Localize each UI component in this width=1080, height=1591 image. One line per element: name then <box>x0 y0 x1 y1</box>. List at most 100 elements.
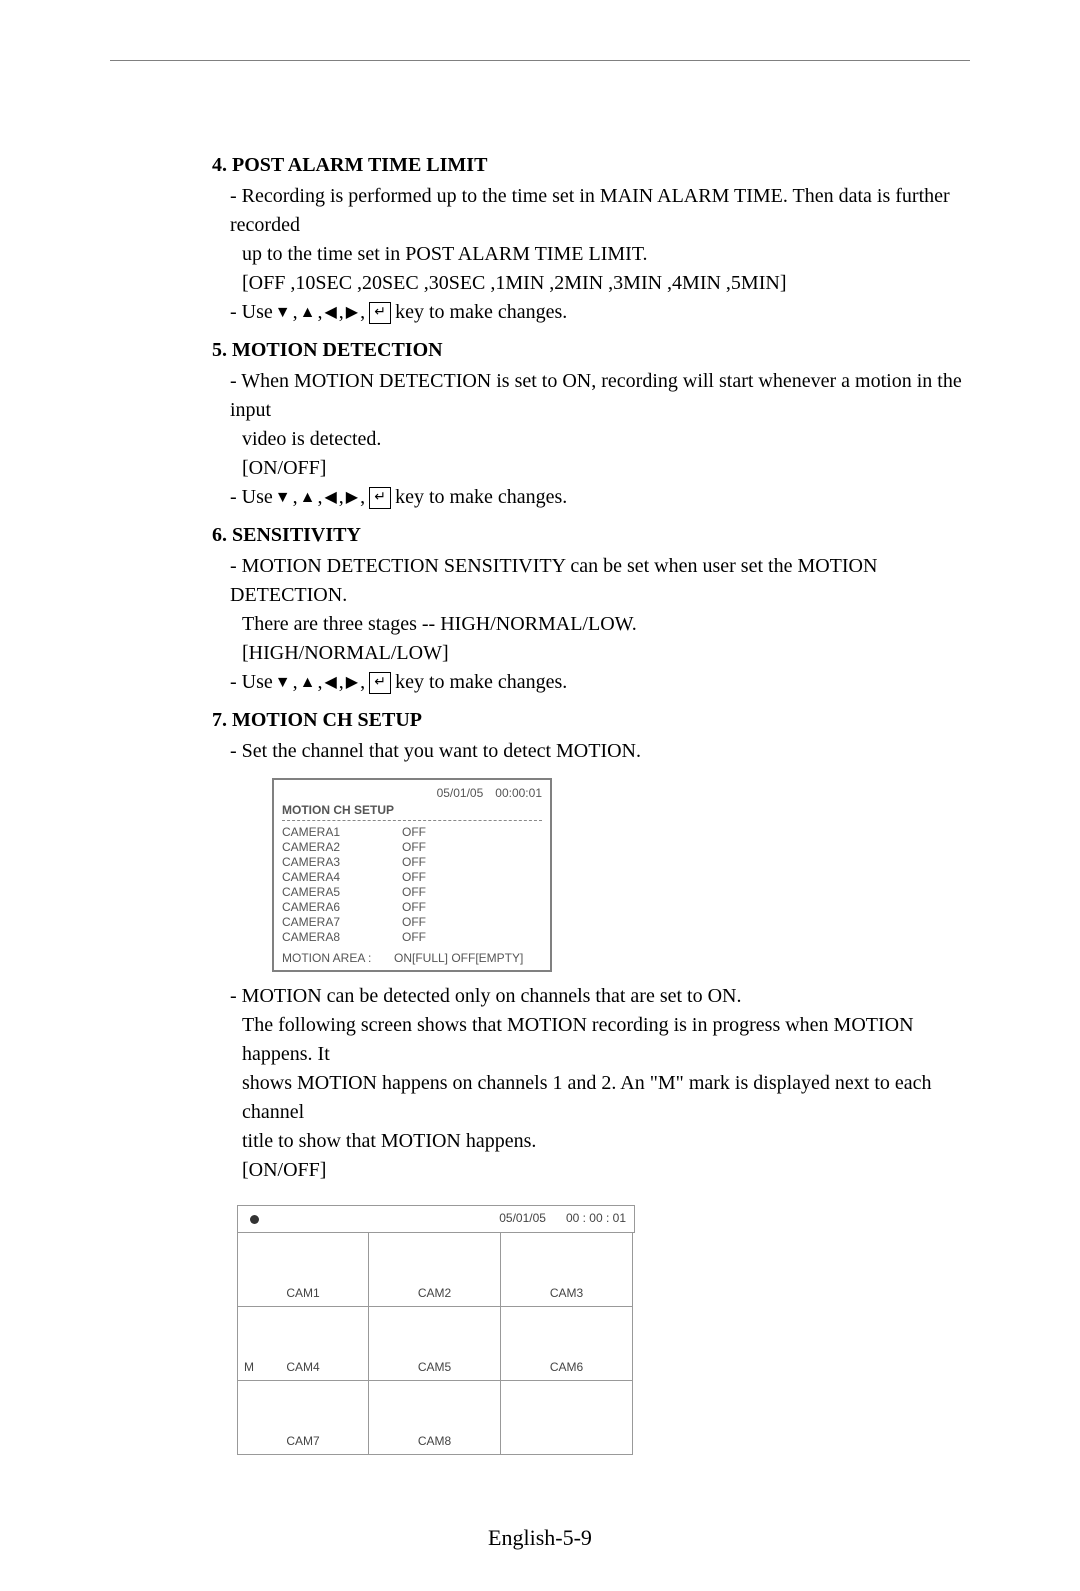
motion-mark: M <box>244 1359 254 1376</box>
panel-title: MOTION CH SETUP <box>282 803 542 818</box>
panel-row-name: CAMERA1 <box>282 825 402 840</box>
panel-divider <box>282 820 542 821</box>
s6-line2: There are three stages -- HIGH/NORMAL/LO… <box>242 610 970 639</box>
s5-opts: [ON/OFF] <box>242 454 970 483</box>
panel-header: 05/01/05 00:00:01 <box>282 786 542 801</box>
grid-date: 05/01/05 <box>499 1210 546 1227</box>
s7-para4: title to show that MOTION happens. <box>242 1127 970 1156</box>
panel-row-name: CAMERA7 <box>282 915 402 930</box>
panel-row-name: CAMERA3 <box>282 855 402 870</box>
s7-line1: - Set the channel that you want to detec… <box>230 737 970 766</box>
grid-cell-label: CAM4 <box>238 1359 368 1376</box>
panel-row-name: CAMERA8 <box>282 930 402 945</box>
panel-row: CAMERA3OFF <box>282 855 542 870</box>
grid-cell: CAM5 <box>369 1307 501 1381</box>
s7-opts2: [ON/OFF] <box>242 1156 970 1185</box>
right-icon: ▶ <box>346 486 358 509</box>
grid-cell-label: CAM5 <box>369 1359 500 1376</box>
grid-cell: CAM2 <box>369 1233 501 1307</box>
grid-cell-label: CAM7 <box>238 1433 368 1450</box>
panel-footer-val: ON[FULL] OFF[EMPTY] <box>394 951 523 966</box>
grid-cell-label: CAM6 <box>501 1359 632 1376</box>
down-icon: ▼ <box>275 301 291 324</box>
s4-line1: - Recording is performed up to the time … <box>230 182 970 240</box>
panel-row-val: OFF <box>402 930 426 945</box>
s7-para3: shows MOTION happens on channels 1 and 2… <box>242 1069 970 1127</box>
grid-cell: CAM6 <box>501 1307 633 1381</box>
right-icon: ▶ <box>346 301 358 324</box>
use-prefix: - Use <box>230 483 273 512</box>
up-icon: ▲ <box>300 671 316 694</box>
down-icon: ▼ <box>275 486 291 509</box>
camera-grid: 05/01/05 00 : 00 : 01 CAM1 CAM2 CAM3 MCA… <box>237 1205 635 1455</box>
panel-row: CAMERA1OFF <box>282 825 542 840</box>
panel-row-val: OFF <box>402 885 426 900</box>
grid-cell: CAM3 <box>501 1233 633 1307</box>
panel-row-val: OFF <box>402 915 426 930</box>
panel-row-name: CAMERA2 <box>282 840 402 855</box>
use-suffix: key to make changes. <box>395 483 567 512</box>
s5-use: - Use ▼, ▲, ◀, ▶, ↵ key to make changes. <box>230 483 970 512</box>
panel-row-name: CAMERA6 <box>282 900 402 915</box>
s7-para1: - MOTION can be detected only on channel… <box>230 982 970 1011</box>
heading-5: 5. MOTION DETECTION <box>212 336 970 365</box>
grid-cell-label: CAM2 <box>369 1285 500 1302</box>
s7-para2: The following screen shows that MOTION r… <box>242 1011 970 1069</box>
down-icon: ▼ <box>275 671 291 694</box>
panel-row: CAMERA8OFF <box>282 930 542 945</box>
enter-icon: ↵ <box>369 672 391 694</box>
grid-cell-label: CAM1 <box>238 1285 368 1302</box>
s6-opts: [HIGH/NORMAL/LOW] <box>242 639 970 668</box>
panel-row-val: OFF <box>402 900 426 915</box>
heading-7: 7. MOTION CH SETUP <box>212 706 970 735</box>
panel-footer-label: MOTION AREA : <box>282 951 394 966</box>
use-prefix: - Use <box>230 298 273 327</box>
s4-line2: up to the time set in POST ALARM TIME LI… <box>242 240 970 269</box>
left-icon: ◀ <box>324 486 336 509</box>
enter-icon: ↵ <box>369 487 391 509</box>
grid-cell: CAM8 <box>369 1381 501 1455</box>
panel-row: CAMERA4OFF <box>282 870 542 885</box>
enter-icon: ↵ <box>369 302 391 324</box>
grid-cell: MCAM4 <box>237 1307 369 1381</box>
left-icon: ◀ <box>324 671 336 694</box>
panel-date: 05/01/05 <box>437 786 484 801</box>
grid-time: 00 : 00 : 01 <box>566 1210 626 1227</box>
s4-use: - Use ▼, ▲, ◀, ▶, ↵ key to make changes. <box>230 298 970 327</box>
left-icon: ◀ <box>324 301 336 324</box>
motion-ch-panel: 05/01/05 00:00:01 MOTION CH SETUP CAMERA… <box>272 778 552 972</box>
grid-cell: CAM1 <box>237 1233 369 1307</box>
content: 4. POST ALARM TIME LIMIT - Recording is … <box>212 151 970 1455</box>
panel-footer: MOTION AREA : ON[FULL] OFF[EMPTY] <box>282 951 542 966</box>
s5-line2: video is detected. <box>242 425 970 454</box>
panel-row-val: OFF <box>402 855 426 870</box>
heading-6: 6. SENSITIVITY <box>212 521 970 550</box>
grid-row: MCAM4 CAM5 CAM6 <box>237 1307 635 1381</box>
grid-cell-label: CAM8 <box>369 1433 500 1450</box>
up-icon: ▲ <box>300 301 316 324</box>
panel-row-val: OFF <box>402 825 426 840</box>
panel-row-name: CAMERA4 <box>282 870 402 885</box>
up-icon: ▲ <box>300 486 316 509</box>
record-dot-icon <box>250 1215 259 1224</box>
panel-row: CAMERA6OFF <box>282 900 542 915</box>
panel-row-val: OFF <box>402 840 426 855</box>
grid-cell <box>501 1381 633 1455</box>
s4-opts: [OFF ,10SEC ,20SEC ,30SEC ,1MIN ,2MIN ,3… <box>242 269 970 298</box>
panel-row: CAMERA7OFF <box>282 915 542 930</box>
panel-row: CAMERA2OFF <box>282 840 542 855</box>
page: 4. POST ALARM TIME LIMIT - Recording is … <box>0 0 1080 1591</box>
grid-header: 05/01/05 00 : 00 : 01 <box>237 1205 635 1233</box>
s6-use: - Use ▼, ▲, ◀, ▶, ↵ key to make changes. <box>230 668 970 697</box>
panel-row: CAMERA5OFF <box>282 885 542 900</box>
use-suffix: key to make changes. <box>395 668 567 697</box>
grid-cell-label: CAM3 <box>501 1285 632 1302</box>
panel-row-val: OFF <box>402 870 426 885</box>
s6-line1: - MOTION DETECTION SENSITIVITY can be se… <box>230 552 970 610</box>
use-prefix: - Use <box>230 668 273 697</box>
grid-row: CAM1 CAM2 CAM3 <box>237 1233 635 1307</box>
page-number: English-5-9 <box>110 1525 970 1551</box>
right-icon: ▶ <box>346 671 358 694</box>
heading-4: 4. POST ALARM TIME LIMIT <box>212 151 970 180</box>
use-suffix: key to make changes. <box>395 298 567 327</box>
